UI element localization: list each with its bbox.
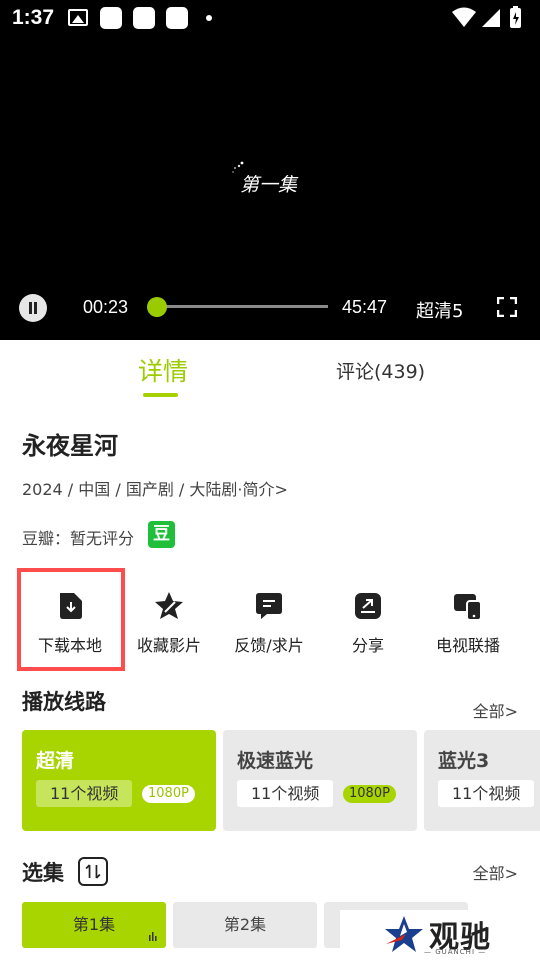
- tv-cast-icon: [454, 594, 482, 621]
- favorite-button[interactable]: 收藏影片: [119, 570, 219, 670]
- route-badge: 1080P: [142, 785, 195, 803]
- route-name: 超清: [36, 750, 75, 772]
- progress-track[interactable]: [147, 297, 328, 317]
- routes-title: 播放线路: [22, 690, 106, 714]
- feedback-icon: [256, 593, 282, 619]
- douban-rating: 豆瓣：暂无评分: [22, 529, 135, 548]
- pause-icon[interactable]: [19, 294, 47, 322]
- dot-icon: [206, 15, 212, 21]
- route-card[interactable]: 超清 11个视频 1080P: [22, 730, 216, 831]
- douban-badge[interactable]: 豆: [148, 521, 175, 548]
- duration: 45:47: [342, 297, 388, 317]
- playing-indicator-icon: [149, 932, 157, 941]
- player-controls: 00:23 45:47 超清5: [0, 288, 540, 328]
- episode-item[interactable]: 第2集: [173, 902, 317, 948]
- quality-button[interactable]: 超清5: [416, 297, 463, 323]
- star-icon: [155, 592, 183, 619]
- share-button[interactable]: 分享: [318, 570, 418, 670]
- current-time: 00:23: [83, 297, 129, 317]
- route-name: 极速蓝光: [237, 750, 314, 772]
- episodes-more-link[interactable]: 全部>: [473, 860, 518, 884]
- tv-cast-label: 电视联播: [435, 636, 500, 655]
- route-name: 蓝光3: [438, 750, 490, 772]
- show-title: 永夜星河: [22, 432, 118, 460]
- app-icon: [133, 7, 155, 29]
- tab-active-indicator: [143, 393, 178, 397]
- status-bar: 1:37: [0, 0, 540, 36]
- watermark-logo: 观驰 — GUANCHI —: [340, 910, 540, 960]
- route-count: 11个视频: [36, 780, 133, 807]
- episodes-title: 选集: [22, 861, 64, 885]
- show-meta[interactable]: 2024 / 中国 / 国产剧 / 大陆剧·简介>: [22, 476, 288, 500]
- routes-more-link[interactable]: 全部>: [473, 698, 518, 722]
- app-icon: [166, 7, 188, 29]
- route-count: 11个视频: [237, 780, 334, 807]
- sort-icon[interactable]: [78, 857, 108, 886]
- highlight-box: [17, 568, 125, 671]
- image-icon: [68, 9, 88, 26]
- episode-label: 第2集: [223, 915, 267, 934]
- wifi-icon: [452, 7, 476, 27]
- route-card[interactable]: 蓝光3 11个视频: [424, 730, 540, 831]
- episode-label: 第1集: [72, 915, 116, 934]
- episode-item[interactable]: 第1集: [22, 902, 166, 948]
- route-badge: 1080P: [343, 785, 396, 803]
- app-icon: [100, 7, 122, 29]
- route-card[interactable]: 极速蓝光 11个视频 1080P: [223, 730, 417, 831]
- signal-icon: [482, 9, 500, 27]
- share-icon: [355, 593, 381, 619]
- tv-cast-button[interactable]: 电视联播: [418, 570, 518, 670]
- episode-overlay-title: 第一集: [240, 174, 298, 196]
- feedback-button[interactable]: 反馈/求片: [219, 570, 319, 670]
- status-time: 1:37: [12, 6, 55, 29]
- favorite-label: 收藏影片: [136, 636, 201, 655]
- tab-comments[interactable]: 评论(439): [336, 357, 425, 384]
- route-list: 超清 11个视频 1080P 极速蓝光 11个视频 1080P 蓝光3 11个视…: [22, 730, 540, 831]
- detail-tabs: 详情 评论(439): [0, 340, 540, 400]
- watermark-subtext: — GUANCHI —: [424, 948, 487, 956]
- tab-details[interactable]: 详情: [138, 352, 188, 388]
- progress-knob[interactable]: [147, 297, 168, 317]
- route-count: 11个视频: [438, 780, 535, 807]
- video-player[interactable]: 第一集 00:23 45:47 超清5: [0, 36, 540, 340]
- status-right-icons: [452, 6, 521, 28]
- watermark-star-icon: [385, 916, 423, 952]
- share-label: 分享: [351, 636, 384, 655]
- fullscreen-icon[interactable]: [497, 297, 517, 317]
- feedback-label: 反馈/求片: [234, 636, 304, 655]
